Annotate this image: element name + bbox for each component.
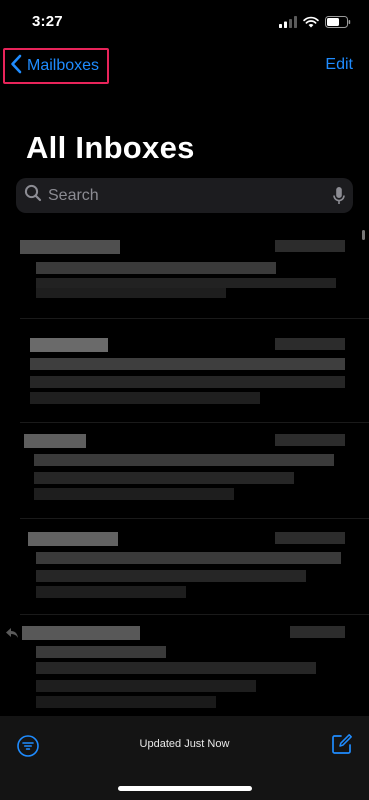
search-placeholder: Search [48, 186, 99, 204]
mail-list-item[interactable] [0, 330, 369, 418]
mail-divider [20, 614, 369, 615]
wifi-icon [303, 15, 319, 33]
mail-divider [20, 518, 369, 519]
status-bar: 3:27 [0, 0, 369, 44]
mail-list [0, 226, 369, 716]
mail-divider [20, 318, 369, 319]
mail-list-item[interactable] [0, 230, 369, 310]
mail-list-item[interactable] [0, 426, 369, 516]
mailbox-status-text: Updated Just Now [139, 738, 230, 750]
chevron-left-icon [10, 54, 22, 79]
page-title: All Inboxes [26, 130, 195, 165]
search-icon [24, 184, 42, 207]
bottom-toolbar: Updated Just Now [0, 716, 369, 800]
status-icons [279, 15, 351, 33]
status-time: 3:27 [32, 13, 63, 30]
back-button-label: Mailboxes [27, 57, 100, 74]
mail-list-item[interactable] [0, 618, 369, 714]
mailboxes-back-button[interactable]: Mailboxes [3, 48, 109, 84]
cellular-signal-icon [279, 15, 297, 33]
reply-arrow-icon [5, 626, 19, 644]
home-indicator [118, 786, 252, 791]
search-field[interactable]: Search [16, 178, 353, 213]
nav-bar: Mailboxes Edit [0, 44, 369, 88]
scroll-indicator[interactable] [362, 230, 365, 240]
battery-icon [325, 15, 351, 33]
compose-icon[interactable] [331, 733, 353, 760]
mail-list-item[interactable] [0, 522, 369, 612]
microphone-icon[interactable] [333, 186, 345, 206]
edit-button[interactable]: Edit [325, 56, 353, 74]
mail-divider [20, 422, 369, 423]
